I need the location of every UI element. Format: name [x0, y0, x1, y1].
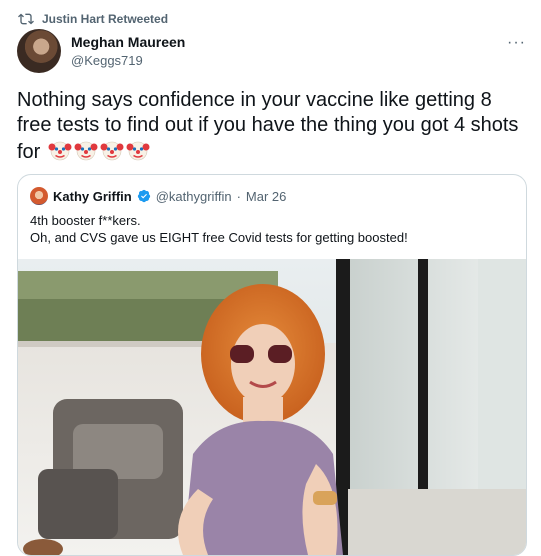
quoted-tweet-text: 4th booster f**kers. Oh, and CVS gave us…: [30, 212, 408, 246]
clown-emoji-group: [48, 138, 150, 162]
retweet-label: Justin Hart Retweeted: [42, 12, 169, 26]
quoted-tweet-card[interactable]: Kathy Griffin @kathygriffin · Mar 26 4th…: [17, 174, 527, 556]
retweet-context[interactable]: Justin Hart Retweeted: [18, 10, 168, 28]
quoted-line-1: 4th booster f**kers.: [30, 213, 141, 228]
verified-badge-icon: [137, 189, 150, 203]
clown-face-icon: [74, 141, 98, 161]
tweet-text: Nothing says confidence in your vaccine …: [17, 88, 522, 165]
more-options-icon[interactable]: ···: [507, 34, 526, 52]
clown-face-icon: [126, 141, 150, 161]
quoted-line-2: Oh, and CVS gave us EIGHT free Covid tes…: [30, 230, 408, 245]
avatar[interactable]: [17, 29, 61, 73]
clown-face-icon: [100, 141, 124, 161]
quoted-photo[interactable]: [18, 259, 526, 555]
dot-separator: ·: [236, 188, 241, 204]
quoted-author-name[interactable]: Kathy Griffin: [53, 189, 132, 204]
clown-face-icon: [48, 141, 72, 161]
quoted-avatar[interactable]: [30, 187, 48, 205]
retweet-icon: [18, 13, 34, 25]
quoted-tweet-header: Kathy Griffin @kathygriffin · Mar 26: [30, 187, 286, 205]
quoted-date[interactable]: Mar 26: [246, 189, 286, 204]
quoted-author-handle[interactable]: @kathygriffin: [156, 189, 232, 204]
author-name[interactable]: Meghan Maureen: [71, 34, 185, 50]
author-handle[interactable]: @Keggs719: [71, 53, 143, 68]
